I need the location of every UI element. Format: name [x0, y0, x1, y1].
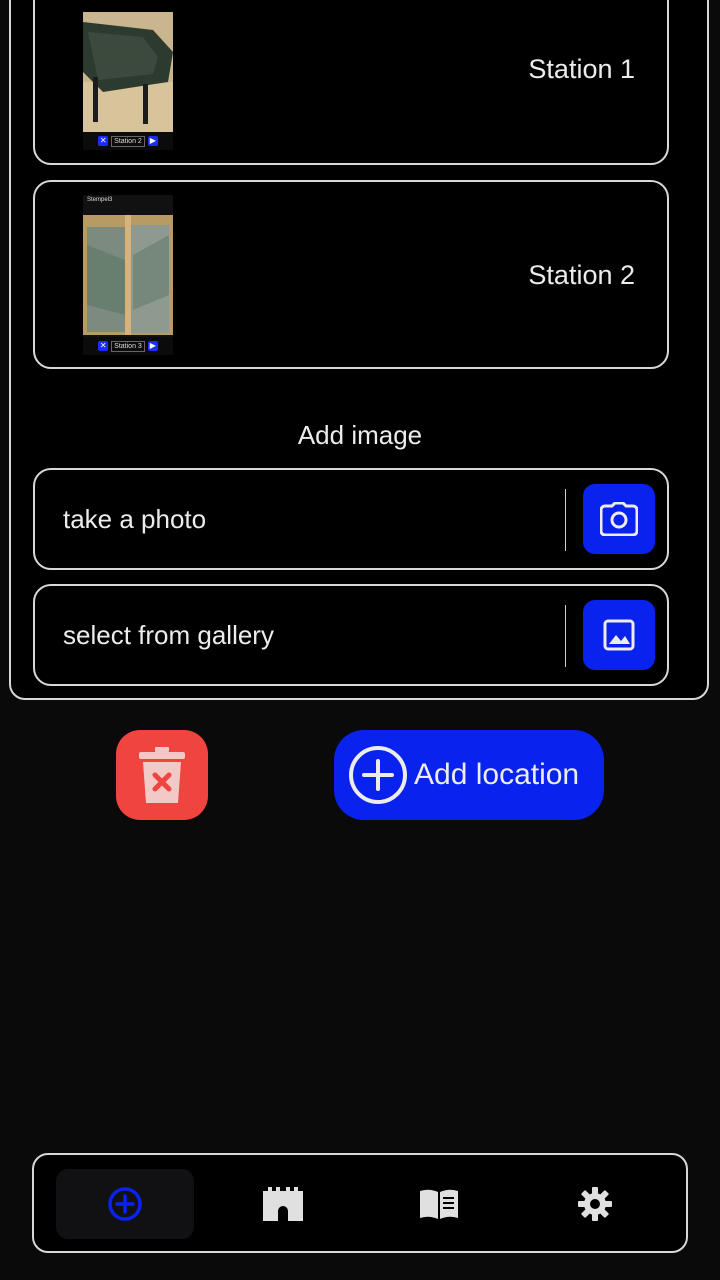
select-gallery-row[interactable]: select from gallery — [33, 584, 669, 686]
close-icon: ✕ — [98, 341, 109, 351]
add-location-button[interactable]: Add location — [334, 730, 604, 820]
nav-book[interactable] — [370, 1169, 508, 1239]
station-card[interactable]: Stempel3 ✕ Station 3 ▶ Station 2 — [33, 180, 669, 369]
add-image-title: Add image — [297, 420, 423, 450]
nav-castle[interactable] — [214, 1169, 352, 1239]
station-label: Station 1 — [528, 54, 635, 84]
take-photo-button[interactable] — [583, 484, 655, 554]
thumbnail-toolbar: ✕ Station 2 ▶ — [83, 132, 173, 150]
book-icon — [420, 1189, 458, 1219]
camera-icon — [600, 502, 638, 536]
divider — [565, 489, 566, 551]
play-icon: ▶ — [147, 136, 158, 146]
image-icon — [603, 619, 635, 651]
take-photo-row[interactable]: take a photo — [33, 468, 669, 570]
nav-settings[interactable] — [526, 1169, 664, 1239]
add-location-label: Add location — [414, 758, 580, 791]
trash-icon — [139, 747, 185, 803]
bottom-navigation — [32, 1153, 688, 1253]
select-gallery-button[interactable] — [583, 600, 655, 670]
thumbnail-toolbar: ✕ Station 3 ▶ — [83, 337, 173, 355]
thumbnail-tag: Station 3 — [111, 340, 145, 352]
divider — [565, 605, 566, 667]
nav-add[interactable] — [56, 1169, 194, 1239]
take-photo-label: take a photo — [63, 504, 207, 534]
plus-circle-icon — [108, 1187, 142, 1221]
thumbnail-caption: Stempel3 — [87, 197, 113, 203]
station-photo — [83, 215, 173, 335]
station-photo — [83, 12, 173, 132]
close-icon: ✕ — [98, 136, 109, 146]
station-card[interactable]: ✕ Station 2 ▶ Station 1 — [33, 0, 669, 165]
station-thumbnail: Stempel3 ✕ Station 3 ▶ — [83, 195, 173, 355]
station-thumbnail: ✕ Station 2 ▶ — [83, 12, 173, 150]
plus-circle-icon — [349, 746, 407, 804]
castle-icon — [263, 1187, 303, 1221]
delete-button[interactable] — [116, 730, 208, 820]
thumbnail-tag: Station 2 — [111, 135, 145, 147]
station-label: Station 2 — [528, 260, 635, 290]
gear-icon — [578, 1187, 612, 1221]
play-icon: ▶ — [147, 341, 158, 351]
select-gallery-label: select from gallery — [63, 620, 274, 650]
